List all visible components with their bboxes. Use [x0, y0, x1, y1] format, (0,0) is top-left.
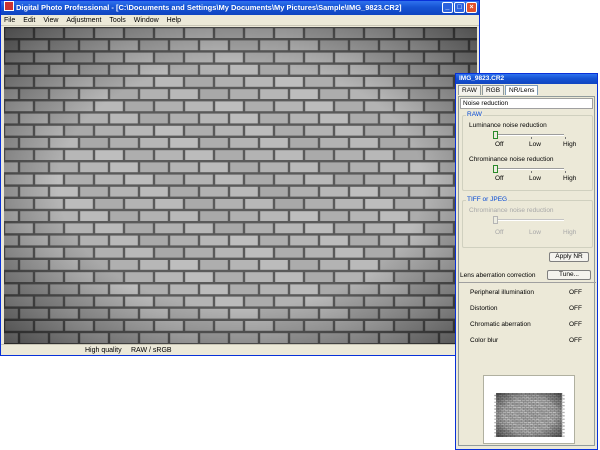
- lens-preview-thumbnail: [494, 393, 565, 437]
- apply-nr-button[interactable]: Apply NR: [549, 252, 589, 262]
- menu-bar: File Edit View Adjustment Tools Window H…: [1, 15, 479, 26]
- window-controls: _ □ ×: [442, 2, 477, 13]
- noise-reduction-header: Noise reduction: [460, 98, 593, 109]
- tiff-jpeg-group-title: TIFF or JPEG: [466, 196, 509, 203]
- luminance-label: Luminance noise reduction: [469, 122, 547, 129]
- chrominance-tick-high: [565, 171, 566, 173]
- tab-rgb[interactable]: RGB: [481, 85, 505, 95]
- menu-file[interactable]: File: [4, 17, 15, 24]
- chrominance-slider[interactable]: [493, 165, 498, 173]
- raw-group-title: RAW: [466, 111, 483, 118]
- app-icon: [4, 1, 14, 11]
- tab-nr-lens[interactable]: NR/Lens: [505, 85, 539, 95]
- color-blur-label: Color blur: [470, 337, 499, 344]
- tiff-chrominance-label: Chrominance noise reduction: [469, 207, 554, 214]
- tune-button[interactable]: Tune...: [547, 270, 591, 280]
- chromatic-aberration-value: OFF: [569, 321, 582, 328]
- palette-title-bar[interactable]: IMG_9823.CR2: [456, 74, 597, 84]
- luminance-tick-low: [531, 137, 532, 139]
- chrominance-low-label: Low: [529, 175, 541, 182]
- tiff-low-label: Low: [529, 229, 541, 236]
- close-button[interactable]: ×: [466, 2, 477, 13]
- chrominance-label: Chrominance noise reduction: [469, 156, 554, 163]
- main-window: Digital Photo Professional - [C:\Documen…: [0, 0, 480, 356]
- tab-raw[interactable]: RAW: [458, 85, 481, 95]
- lens-preview-frame: [483, 375, 575, 444]
- palette-tabs: RAW RGB NR/Lens: [456, 84, 597, 95]
- status-quality: High quality: [85, 347, 122, 354]
- menu-view[interactable]: View: [43, 17, 58, 24]
- distortion-label: Distortion: [470, 305, 498, 312]
- menu-help[interactable]: Help: [167, 17, 181, 24]
- distortion-value: OFF: [569, 305, 582, 312]
- luminance-slider[interactable]: [493, 131, 498, 139]
- luminance-slider-track: [494, 134, 564, 136]
- tool-palette: IMG_9823.CR2 RAW RGB NR/Lens Noise reduc…: [455, 73, 598, 450]
- luminance-high-label: High: [563, 141, 577, 148]
- menu-edit[interactable]: Edit: [23, 17, 35, 24]
- tiff-chrominance-slider: [493, 216, 498, 224]
- lens-aberration-header: Lens aberration correction: [460, 272, 536, 279]
- chrominance-tick-low: [531, 171, 532, 173]
- luminance-tick-high: [565, 137, 566, 139]
- tiff-off-label: Off: [495, 229, 504, 236]
- status-bar: High quality RAW / sRGB: [1, 344, 479, 355]
- image-preview[interactable]: [4, 27, 477, 344]
- chrominance-off-label: Off: [495, 175, 504, 182]
- maximize-button[interactable]: □: [454, 2, 465, 13]
- menu-adjustment[interactable]: Adjustment: [66, 17, 101, 24]
- palette-title: IMG_9823.CR2: [459, 75, 505, 82]
- chrominance-slider-track: [494, 168, 564, 170]
- main-window-title: Digital Photo Professional - [C:\Documen…: [16, 3, 402, 12]
- menu-window[interactable]: Window: [134, 17, 159, 24]
- minimize-button[interactable]: _: [442, 2, 453, 13]
- tiff-high-label: High: [563, 229, 577, 236]
- nr-lens-panel: Noise reduction RAW Luminance noise redu…: [458, 96, 596, 446]
- brick-wall-image: [4, 27, 477, 344]
- luminance-off-label: Off: [495, 141, 504, 148]
- peripheral-illumination-value: OFF: [569, 289, 582, 296]
- luminance-low-label: Low: [529, 141, 541, 148]
- main-title-bar[interactable]: Digital Photo Professional - [C:\Documen…: [1, 1, 479, 15]
- menu-tools[interactable]: Tools: [109, 17, 125, 24]
- status-color-mode: RAW / sRGB: [131, 347, 172, 354]
- chromatic-aberration-label: Chromatic aberration: [470, 321, 531, 328]
- peripheral-illumination-label: Peripheral illumination: [470, 289, 534, 296]
- tiff-chrominance-slider-track: [494, 219, 564, 221]
- lens-header-divider: [459, 282, 596, 283]
- color-blur-value: OFF: [569, 337, 582, 344]
- chrominance-high-label: High: [563, 175, 577, 182]
